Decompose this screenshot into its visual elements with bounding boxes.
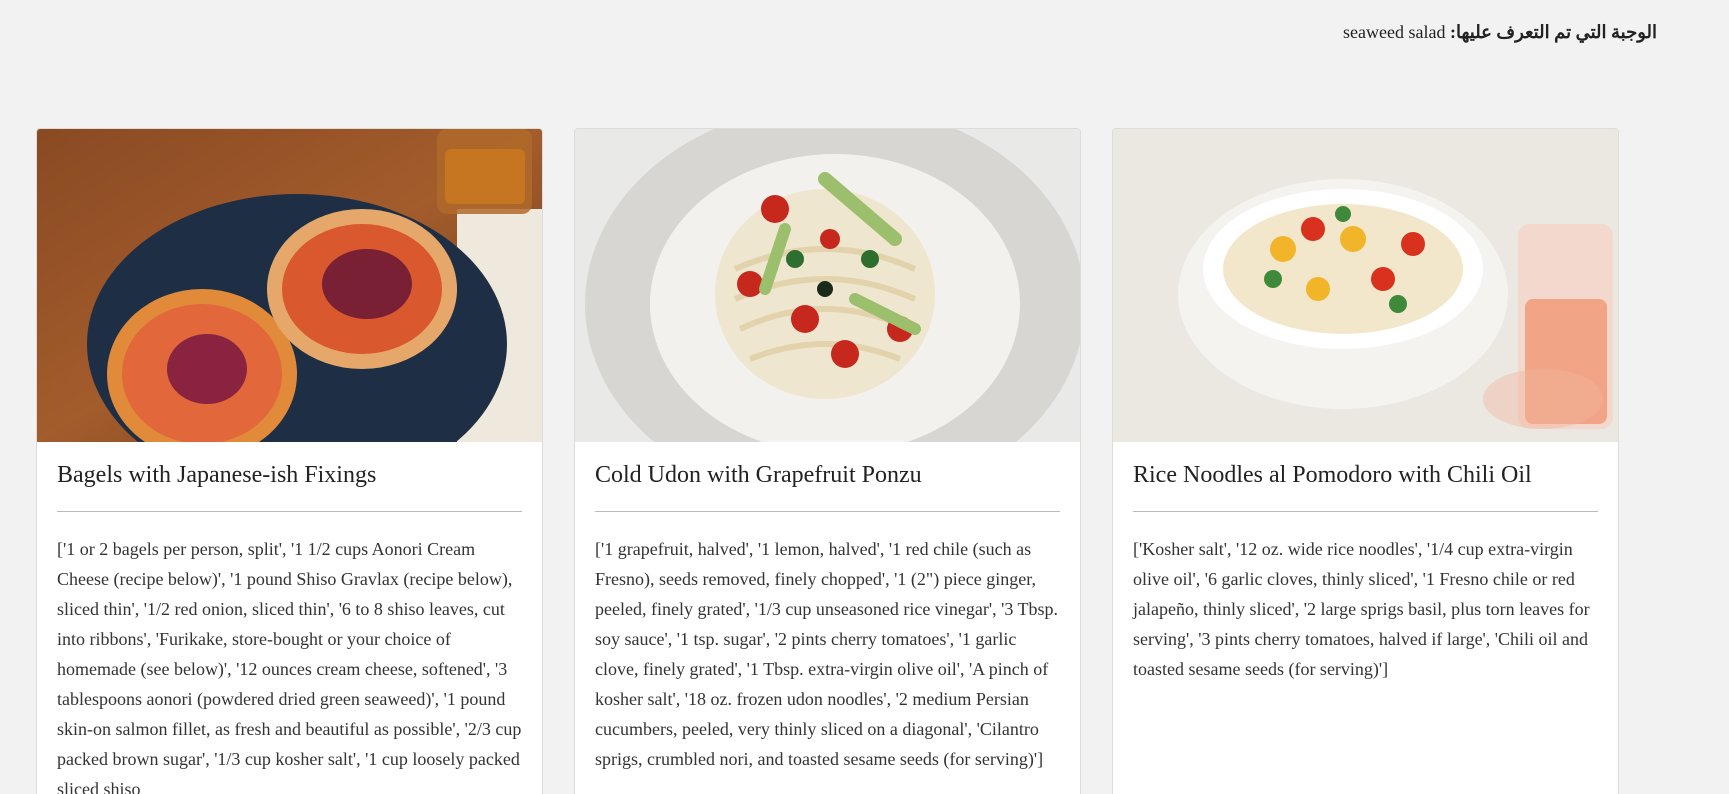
- recipe-card[interactable]: Cold Udon with Grapefruit Ponzu ['1 grap…: [574, 128, 1081, 794]
- divider: [1133, 511, 1598, 513]
- recipe-ingredients: ['Kosher salt', '12 oz. wide rice noodle…: [1133, 539, 1590, 680]
- recipe-card-body: Rice Noodles al Pomodoro with Chili Oil …: [1113, 442, 1618, 684]
- recipe-image-bagels[interactable]: [37, 129, 542, 442]
- recipe-card[interactable]: Rice Noodles al Pomodoro with Chili Oil …: [1112, 128, 1619, 794]
- recipe-card[interactable]: Bagels with Japanese-ish Fixings ['1 or …: [36, 128, 543, 794]
- recipe-title[interactable]: Rice Noodles al Pomodoro with Chili Oil: [1133, 460, 1598, 491]
- detected-meal-label: الوجبة التي تم التعرف عليها:: [1450, 22, 1657, 42]
- divider: [57, 511, 522, 513]
- divider: [595, 511, 1060, 513]
- recipe-ingredients: ['1 grapefruit, halved', '1 lemon, halve…: [595, 539, 1058, 770]
- recipe-card-body: Cold Udon with Grapefruit Ponzu ['1 grap…: [575, 442, 1080, 774]
- detected-meal-value: seaweed salad: [1343, 22, 1446, 42]
- recipe-image-rice-noodles[interactable]: [1113, 129, 1618, 442]
- recipe-image-udon[interactable]: [575, 129, 1080, 442]
- recipe-ingredients: ['1 or 2 bagels per person, split', '1 1…: [57, 539, 522, 794]
- detected-meal: الوجبة التي تم التعرف عليها: seaweed sal…: [1343, 22, 1657, 43]
- page: الوجبة التي تم التعرف عليها: seaweed sal…: [0, 0, 1729, 794]
- recipe-cards: Bagels with Japanese-ish Fixings ['1 or …: [36, 128, 1619, 794]
- recipe-title[interactable]: Bagels with Japanese-ish Fixings: [57, 460, 522, 491]
- recipe-title[interactable]: Cold Udon with Grapefruit Ponzu: [595, 460, 1060, 491]
- recipe-card-body: Bagels with Japanese-ish Fixings ['1 or …: [37, 442, 542, 794]
